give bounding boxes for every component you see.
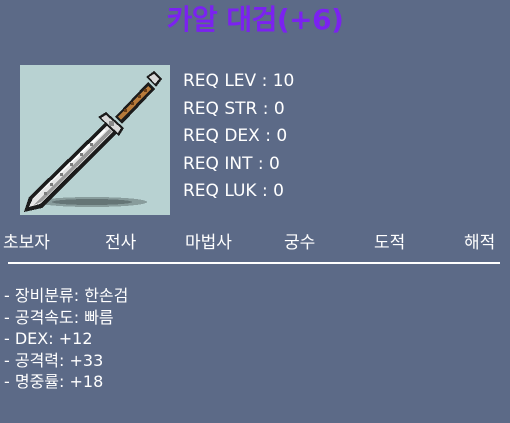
job-warrior: 전사: [105, 233, 137, 253]
item-icon-frame: [20, 65, 170, 215]
req-dex: REQ DEX : 0: [183, 126, 288, 146]
item-name: 카알 대검(+6): [166, 3, 344, 36]
job-beginner: 초보자: [3, 233, 50, 253]
requirements-list: REQ LEV : 10 REQ STR : 0 REQ DEX : 0 REQ…: [183, 68, 294, 206]
req-int: REQ INT : 0: [183, 153, 280, 174]
req-luk: REQ LUK : 0: [183, 181, 284, 201]
stat-attack-speed: - 공격속도: 빠름: [4, 307, 114, 327]
job-magician: 마법사: [185, 233, 232, 253]
req-level: REQ LEV : 10: [183, 71, 295, 91]
stat-attack: - 공격력: +33: [4, 350, 104, 370]
job-list: 초보자 전사 마법사 궁수 도적 해적: [0, 228, 510, 258]
stat-accuracy: - 명중률: +18: [4, 372, 104, 391]
stat-dex: - DEX: +12: [4, 329, 93, 348]
stat-category: - 장비분류: 한손검: [4, 286, 129, 305]
dagger-icon: [24, 71, 162, 212]
divider: [8, 262, 500, 264]
req-str: REQ STR : 0: [183, 98, 285, 119]
job-archer: 궁수: [284, 233, 316, 253]
stats-list: - 장비분류: 한손검 - 공격속도: 빠름 - DEX: +12 - 공격력:…: [4, 285, 128, 393]
job-thief: 도적: [374, 233, 406, 253]
job-pirate: 해적: [464, 233, 496, 253]
